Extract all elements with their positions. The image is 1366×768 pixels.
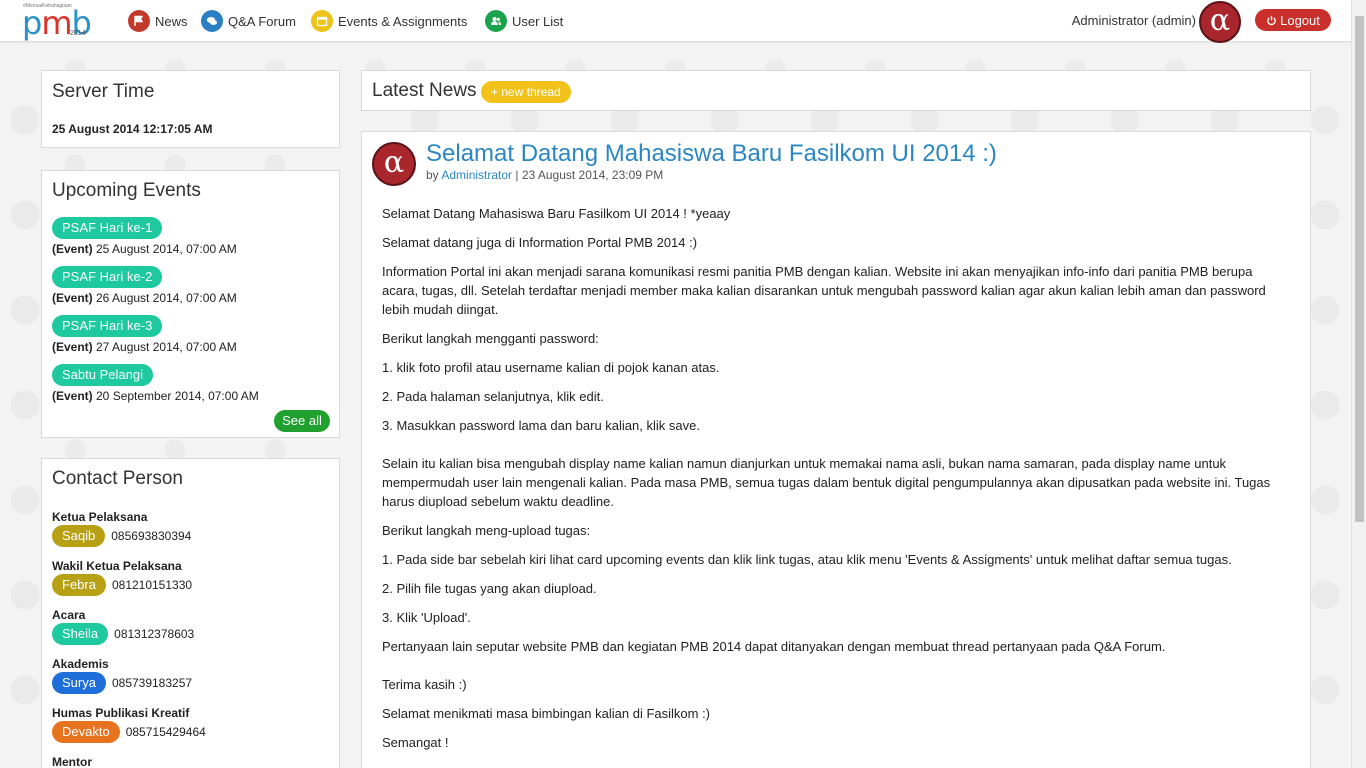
see-all-events-button[interactable]: See all bbox=[274, 410, 330, 432]
event-meta: (Event) 27 August 2014, 07:00 AM bbox=[52, 340, 237, 354]
contact-item: Acara Sheila 081312378603 bbox=[52, 608, 194, 645]
users-icon bbox=[485, 10, 507, 32]
event-link[interactable]: PSAF Hari ke-1 bbox=[52, 217, 163, 239]
nav-user-list-label: User List bbox=[512, 13, 564, 29]
calendar-icon bbox=[311, 10, 333, 32]
latest-news-title: Latest News bbox=[372, 80, 477, 101]
scrollbar-thumb[interactable] bbox=[1355, 16, 1364, 522]
new-thread-button[interactable]: + new thread bbox=[481, 81, 571, 103]
nav-qa-forum-label: Q&A Forum bbox=[228, 13, 296, 29]
article-paragraph: Berikut langkah meng-upload tugas: bbox=[382, 523, 591, 538]
contact-role: Ketua Pelaksana bbox=[52, 510, 148, 524]
contact-phone: 085693830394 bbox=[111, 529, 192, 543]
contact-role: Mentor bbox=[52, 755, 92, 768]
article-paragraph: 3. Klik 'Upload'. bbox=[382, 610, 471, 625]
article-paragraph: Terima kasih :) bbox=[382, 677, 467, 692]
contact-role: Akademis bbox=[52, 657, 109, 671]
event-item: PSAF Hari ke-2 (Event) 26 August 2014, 0… bbox=[52, 266, 237, 305]
upcoming-events-title: Upcoming Events bbox=[52, 180, 201, 201]
article-paragraph: 1. Pada side bar sebelah kiri lihat card… bbox=[382, 552, 1232, 567]
contact-role: Wakil Ketua Pelaksana bbox=[52, 559, 182, 573]
article-paragraph: 3. Masukkan password lama dan baru kalia… bbox=[382, 418, 700, 433]
nav-qa-forum[interactable]: Q&A Forum bbox=[201, 9, 296, 33]
user-avatar[interactable]: α bbox=[1199, 1, 1241, 43]
event-item: PSAF Hari ke-3 (Event) 27 August 2014, 0… bbox=[52, 315, 237, 354]
nav-user-list[interactable]: User List bbox=[485, 9, 563, 33]
article-paragraph: 1. klik foto profil atau username kalian… bbox=[382, 360, 720, 375]
event-link[interactable]: PSAF Hari ke-2 bbox=[52, 266, 163, 288]
contact-role: Humas Publikasi Kreatif bbox=[52, 706, 190, 720]
latest-news-header: Latest News + new thread bbox=[361, 70, 1311, 111]
power-icon bbox=[1267, 15, 1276, 25]
event-date: 27 August 2014, 07:00 AM bbox=[92, 340, 237, 354]
top-navbar: #MenuaiKebahagiaan pmb 2014 News Q&A For… bbox=[0, 0, 1366, 43]
event-meta: (Event) 26 August 2014, 07:00 AM bbox=[52, 291, 237, 305]
article-byline: by Administrator | 23 August 2014, 23:09… bbox=[426, 168, 664, 182]
flag-icon bbox=[128, 10, 150, 32]
chat-bubbles-icon bbox=[201, 10, 223, 32]
contact-item: Ketua Pelaksana Saqib 085693830394 bbox=[52, 510, 191, 547]
contact-name-badge[interactable]: Surya bbox=[52, 672, 106, 694]
article-paragraph: Selain itu kalian bisa mengubah display … bbox=[382, 456, 1271, 509]
event-date: 25 August 2014, 07:00 AM bbox=[92, 242, 237, 256]
nav-news[interactable]: News bbox=[128, 9, 188, 33]
server-time-card: Server Time 25 August 2014 12:17:05 AM bbox=[41, 70, 340, 148]
contact-item: Wakil Ketua Pelaksana Febra 081210151330 bbox=[52, 559, 192, 596]
contact-role: Acara bbox=[52, 608, 86, 622]
server-time-value: 25 August 2014 12:17:05 AM bbox=[52, 122, 213, 136]
author-link[interactable]: Administrator bbox=[441, 168, 512, 182]
current-user-name[interactable]: Administrator (admin) bbox=[1072, 13, 1196, 28]
logo-year: 2014 bbox=[70, 30, 86, 37]
event-type: (Event) bbox=[52, 291, 93, 305]
contact-phone: 081312378603 bbox=[114, 627, 195, 641]
event-link[interactable]: Sabtu Pelangi bbox=[52, 364, 153, 386]
article-paragraph: Semangat ! bbox=[382, 735, 449, 750]
event-type: (Event) bbox=[52, 242, 93, 256]
event-date: 26 August 2014, 07:00 AM bbox=[92, 291, 237, 305]
article-paragraph: Selamat Datang Mahasiswa Baru Fasilkom U… bbox=[382, 206, 731, 221]
article-paragraph: 2. Pada halaman selanjutnya, klik edit. bbox=[382, 389, 604, 404]
contact-person-card: Contact Person Ketua Pelaksana Saqib 085… bbox=[41, 458, 340, 768]
pmb-logo[interactable]: #MenuaiKebahagiaan pmb 2014 bbox=[22, 3, 94, 39]
contact-phone: 085739183257 bbox=[111, 676, 193, 690]
nav-events-assignments-label: Events & Assignments bbox=[338, 13, 468, 29]
contact-phone: 085715429464 bbox=[125, 725, 206, 739]
article-date: 23 August 2014, 23:09 PM bbox=[521, 168, 664, 182]
contact-name-badge[interactable]: Devakto bbox=[52, 721, 120, 743]
event-item: Sabtu Pelangi (Event) 20 September 2014,… bbox=[52, 364, 259, 403]
contact-name-badge[interactable]: Saqib bbox=[52, 525, 106, 547]
logout-label: Logout bbox=[1280, 12, 1320, 28]
event-type: (Event) bbox=[52, 389, 93, 403]
article-paragraph: Selamat datang juga di Information Porta… bbox=[382, 235, 698, 250]
contact-item: Mentor bbox=[52, 755, 92, 768]
article-paragraph: Selamat menikmati masa bimbingan kalian … bbox=[382, 706, 711, 721]
server-time-title: Server Time bbox=[52, 81, 155, 102]
upcoming-events-card: Upcoming Events PSAF Hari ke-1 (Event) 2… bbox=[41, 170, 340, 438]
event-item: PSAF Hari ke-1 (Event) 25 August 2014, 0… bbox=[52, 217, 237, 256]
contact-name-badge[interactable]: Febra bbox=[52, 574, 106, 596]
page-scrollbar[interactable] bbox=[1351, 0, 1366, 768]
contact-person-title: Contact Person bbox=[52, 468, 183, 489]
contact-name-badge[interactable]: Sheila bbox=[52, 623, 109, 645]
news-article: α Selamat Datang Mahasiswa Baru Fasilkom… bbox=[361, 131, 1311, 768]
event-meta: (Event) 20 September 2014, 07:00 AM bbox=[52, 389, 259, 403]
nav-news-label: News bbox=[155, 13, 188, 29]
author-avatar[interactable]: α bbox=[372, 142, 416, 186]
contact-item: Humas Publikasi Kreatif Devakto 08571542… bbox=[52, 706, 206, 743]
event-type: (Event) bbox=[52, 340, 93, 354]
event-meta: (Event) 25 August 2014, 07:00 AM bbox=[52, 242, 237, 256]
contact-item: Akademis Surya 085739183257 bbox=[52, 657, 192, 694]
article-title[interactable]: Selamat Datang Mahasiswa Baru Fasilkom U… bbox=[426, 140, 997, 168]
article-paragraph: Information Portal ini akan menjadi sara… bbox=[382, 264, 1266, 317]
article-paragraph: 2. Pilih file tugas yang akan diupload. bbox=[382, 581, 597, 596]
article-paragraph: Pertanyaan lain seputar website PMB dan … bbox=[382, 639, 1166, 654]
event-date: 20 September 2014, 07:00 AM bbox=[92, 389, 259, 403]
logout-button[interactable]: Logout bbox=[1255, 9, 1331, 31]
event-link[interactable]: PSAF Hari ke-3 bbox=[52, 315, 163, 337]
article-paragraph: Berikut langkah mengganti password: bbox=[382, 331, 599, 346]
nav-events-assignments[interactable]: Events & Assignments bbox=[311, 9, 467, 33]
contact-phone: 081210151330 bbox=[111, 578, 193, 592]
